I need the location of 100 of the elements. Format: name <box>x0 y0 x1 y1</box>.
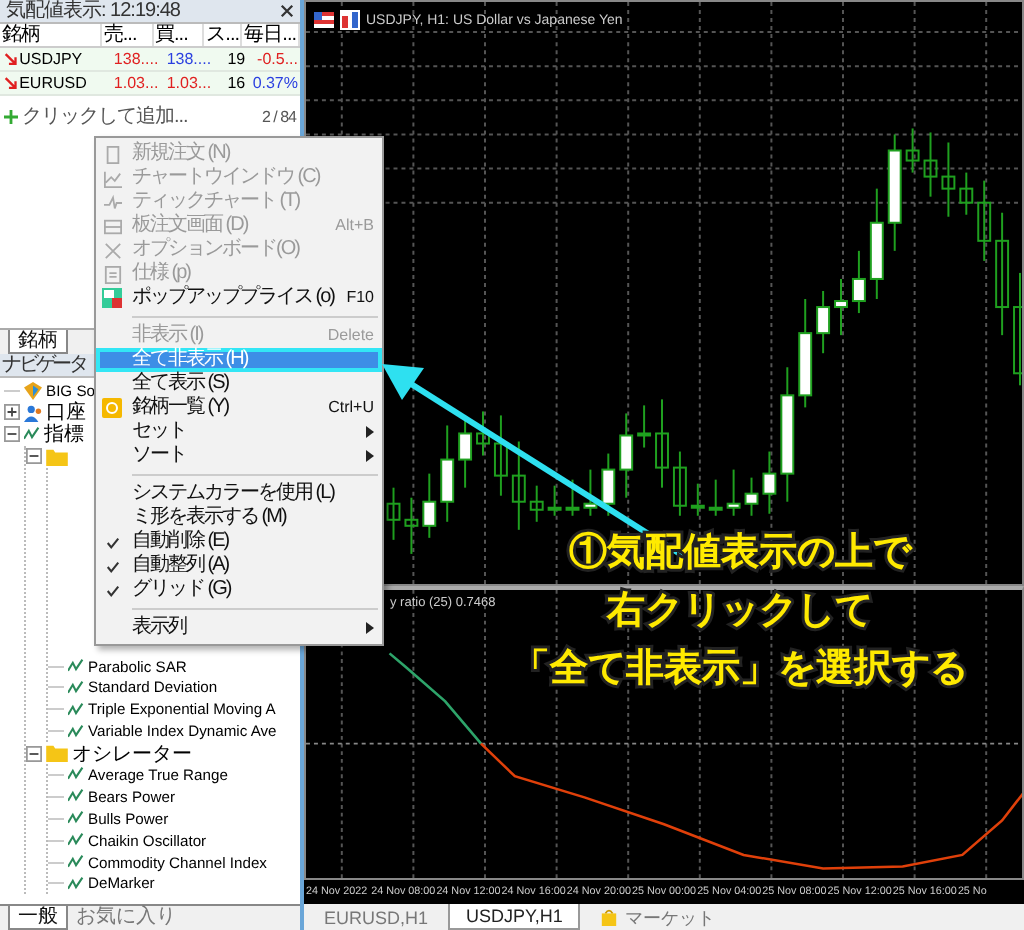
candlestick <box>977 179 992 262</box>
candlestick <box>995 211 1010 337</box>
panel-title: 気配値表示: 12:19:48 <box>6 0 180 22</box>
people-icon <box>24 403 42 422</box>
collapse-icon[interactable] <box>4 426 20 443</box>
symbol-count: 2 / 84 <box>261 107 296 125</box>
tree-item[interactable]: オシレーター <box>72 739 192 768</box>
submenu-arrow-icon <box>366 622 374 634</box>
menu-item[interactable]: 全て表示 (S) <box>96 372 382 396</box>
candlestick <box>422 472 437 539</box>
candlestick <box>959 171 974 216</box>
add-symbol-link[interactable]: クリックして追加... <box>22 102 188 130</box>
indicator-icon <box>24 426 40 443</box>
coin-list-icon <box>102 398 122 418</box>
annotation-text: ①気配値表示の上で <box>569 530 911 578</box>
candlestick <box>744 476 759 517</box>
menu-item[interactable]: ソート <box>96 444 382 468</box>
expand-icon[interactable] <box>4 404 20 421</box>
candlestick <box>1013 271 1022 387</box>
tab[interactable]: 一般 <box>8 906 68 930</box>
candlestick <box>941 141 956 218</box>
column-header[interactable]: ス... <box>204 24 243 46</box>
table-cell-text: 1.03... <box>164 72 214 94</box>
close-icon[interactable] <box>280 4 294 18</box>
collapse-icon[interactable] <box>26 448 42 465</box>
chart-tab[interactable]: マーケット <box>584 904 731 930</box>
candlestick <box>511 440 526 531</box>
menu-item[interactable]: システムカラーを使用 (L) <box>96 482 382 506</box>
popup-window-icon <box>102 288 122 308</box>
menu-item[interactable]: 自動整列 (A) <box>96 554 382 578</box>
annotation-text: 右クリックして <box>607 588 873 636</box>
candlestick <box>440 424 455 523</box>
candlestick <box>672 450 687 517</box>
broker-logo-icon <box>24 381 42 400</box>
plus-icon <box>4 109 18 123</box>
candlestick <box>798 298 813 409</box>
menu-item[interactable]: 銘柄一覧 (Y) Ctrl+U <box>96 396 382 420</box>
table-cell-text: EURUSD <box>17 72 89 94</box>
annotation-text: 「全て非表示」を選択する <box>512 646 968 694</box>
bar-chart-icon <box>340 10 360 30</box>
chart-tab[interactable]: EURUSD,H1 <box>308 904 445 930</box>
table-cell-text: 19 <box>225 48 248 70</box>
candlestick <box>851 249 866 315</box>
table-cell-text: 16 <box>225 72 248 94</box>
table-cell-text: 0.37% <box>250 72 300 94</box>
table-cell-text: 1.03... <box>111 72 161 94</box>
menu-item[interactable]: ポップアッププライス (o) F10 <box>96 286 382 310</box>
panel-title: ナビゲータ <box>2 354 87 376</box>
table-cell-text: -0.5... <box>255 48 300 70</box>
menu-item[interactable]: 自動削除 (E) <box>96 530 382 554</box>
candlestick <box>565 478 580 517</box>
folder-icon <box>46 744 68 763</box>
candlestick <box>458 416 473 489</box>
candlestick <box>493 414 508 497</box>
column-header[interactable]: 毎日... <box>242 24 301 46</box>
document-icon <box>103 145 121 163</box>
candlestick <box>923 131 938 198</box>
menu-item[interactable]: グリッド (G) <box>96 578 382 602</box>
candlestick <box>655 398 669 489</box>
table-icon <box>103 217 121 235</box>
candlestick <box>780 366 795 503</box>
cross-icon <box>103 241 121 259</box>
candlestick <box>690 482 705 517</box>
chart-tab[interactable]: USDJPY,H1 <box>448 904 581 930</box>
candlestick <box>547 484 562 517</box>
candlestick <box>601 452 616 517</box>
candlestick <box>762 450 777 515</box>
candlestick <box>834 277 848 337</box>
menu-item[interactable]: ミ形を表示する (M) <box>96 506 382 530</box>
flag-icon <box>314 12 334 28</box>
candlestick <box>726 468 741 517</box>
candlestick <box>905 127 920 174</box>
document-icon <box>103 265 121 283</box>
candlestick <box>869 187 884 300</box>
column-header[interactable]: 売... <box>101 24 154 46</box>
candlestick <box>887 133 902 252</box>
tree-item[interactable]: 指標 <box>44 420 84 449</box>
candlestick <box>529 484 544 523</box>
candlestick <box>386 486 401 541</box>
candlestick <box>404 496 419 555</box>
tab[interactable]: お気に入り <box>68 906 184 930</box>
column-header[interactable]: 買... <box>153 24 205 46</box>
candlestick <box>816 290 831 355</box>
bag-icon <box>600 908 619 926</box>
menu-item[interactable]: セット <box>96 420 382 444</box>
table-cell-text: 138.... <box>164 48 214 70</box>
table-cell-text: 138.... <box>111 48 161 70</box>
table-cell-text: USDJPY <box>17 48 85 70</box>
line-chart-icon <box>103 169 121 187</box>
menu-item[interactable]: 表示列 <box>96 616 382 640</box>
candlestick <box>476 410 490 457</box>
column-header[interactable]: 銘柄 <box>0 24 102 46</box>
folder-icon <box>46 447 68 466</box>
collapse-icon[interactable] <box>26 745 42 762</box>
candlestick <box>619 412 634 499</box>
candlestick <box>583 468 598 517</box>
tab[interactable]: 銘柄 <box>8 330 68 354</box>
tick-chart-icon <box>103 193 121 211</box>
candlestick <box>637 404 652 449</box>
candlestick <box>708 478 723 517</box>
